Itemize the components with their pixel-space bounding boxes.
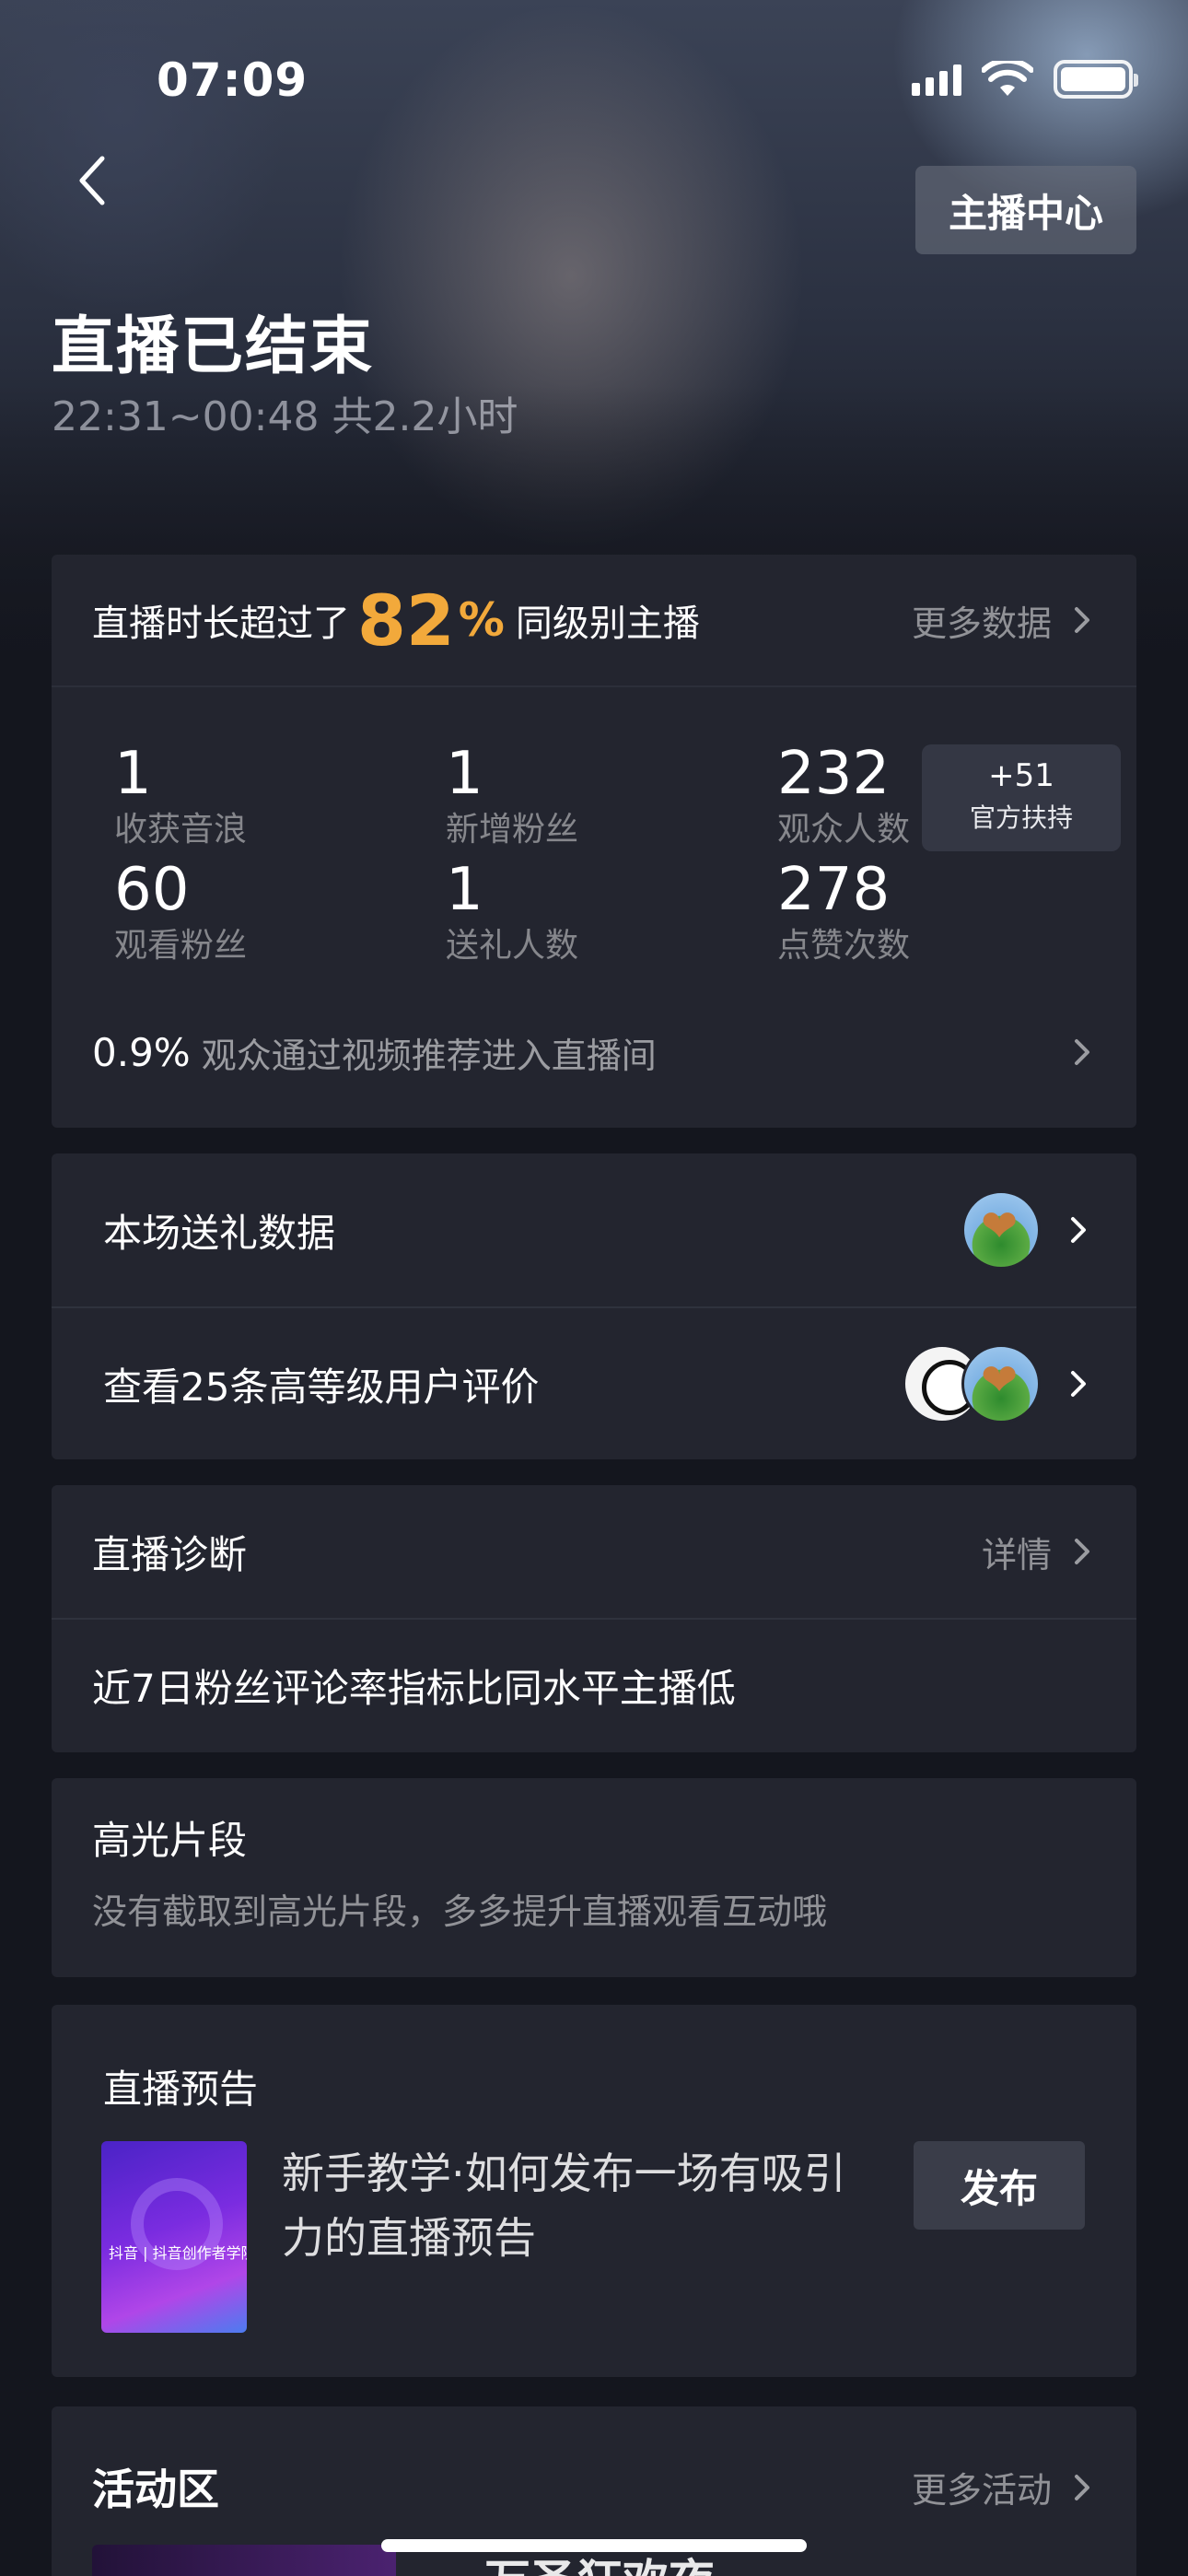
back-arrow-icon xyxy=(79,156,105,205)
live-diagnosis-card: 直播诊断 详情 近7日粉丝评论率指标比同水平主播低 xyxy=(52,1485,1136,1752)
official-boost-badge[interactable]: +51 官方扶持 xyxy=(922,744,1121,851)
user-reviews-label: 查看25条高等级用户评价 xyxy=(103,1364,540,1410)
metric-label: 送礼人数 xyxy=(446,927,579,965)
cellular-signal-icon xyxy=(912,63,961,96)
chevron-right-icon xyxy=(1075,2474,1089,2500)
gift-data-right xyxy=(961,1190,1092,1270)
metric-fan-viewers: 60 观看粉丝 xyxy=(114,857,390,969)
gift-data-label: 本场送礼数据 xyxy=(103,1210,336,1256)
more-data-label: 更多数据 xyxy=(911,603,1052,644)
metric-value: 1 xyxy=(114,740,152,808)
tutorial-description[interactable]: 新手教学·如何发布一场有吸引力的直播预告 xyxy=(282,2141,871,2270)
tutorial-thumbnail[interactable]: 抖音 | 抖音创作者学院 xyxy=(101,2141,247,2333)
more-activities-link[interactable]: 更多活动 xyxy=(912,2462,1096,2512)
publish-button[interactable]: 发布 xyxy=(914,2141,1085,2230)
page-title: 直播已结束 xyxy=(52,310,375,383)
wifi-icon xyxy=(982,61,1033,96)
anchor-center-button[interactable]: 主播中心 xyxy=(915,166,1136,254)
highlights-message: 没有截取到高光片段，多多提升直播观看互动哦 xyxy=(92,1891,828,1932)
reviewer-avatar xyxy=(961,1344,1041,1423)
back-button[interactable] xyxy=(64,147,120,214)
metric-value: 60 xyxy=(114,856,190,924)
duration-rank-prefix: 直播时长超过了 xyxy=(92,603,350,645)
metric-new-fans: 1 新增粉丝 xyxy=(446,741,722,853)
boost-label: 官方扶持 xyxy=(969,802,1073,833)
gift-data-row[interactable]: 本场送礼数据 xyxy=(52,1153,1136,1306)
chevron-right-icon xyxy=(1075,1039,1089,1065)
metric-sound-waves: 1 收获音浪 xyxy=(114,741,390,853)
activity-title: 活动区 xyxy=(92,2465,219,2514)
diagnosis-detail-link[interactable]: 详情 xyxy=(982,1527,1096,1577)
diagnosis-detail-label: 详情 xyxy=(981,1534,1052,1575)
home-indicator[interactable] xyxy=(381,2539,807,2552)
diagnosis-message: 近7日粉丝评论率指标比同水平主播低 xyxy=(92,1665,736,1711)
metric-gifters: 1 送礼人数 xyxy=(446,857,722,969)
chevron-right-icon xyxy=(1075,1539,1089,1564)
video-recommend-text: 观众通过视频推荐进入直播间 xyxy=(201,1035,657,1076)
more-data-link[interactable]: 更多数据 xyxy=(912,595,1096,646)
diagnosis-title: 直播诊断 xyxy=(92,1531,248,1577)
battery-icon xyxy=(1054,60,1138,99)
chevron-right-icon xyxy=(1071,1217,1086,1243)
user-reviews-row[interactable]: 查看25条高等级用户评价 xyxy=(52,1306,1136,1459)
metric-label: 新增粉丝 xyxy=(446,811,579,849)
metric-value: 278 xyxy=(777,856,891,924)
gifts-reviews-card: 本场送礼数据 查看25条高等级用户评价 xyxy=(52,1153,1136,1459)
highlights-title: 高光片段 xyxy=(92,1818,248,1863)
thumbnail-caption: 抖音 | 抖音创作者学院 xyxy=(109,2244,247,2262)
boost-value: +51 xyxy=(988,757,1054,794)
activity-thumbnail[interactable] xyxy=(92,2545,396,2576)
status-icons xyxy=(912,59,1138,100)
highlights-card: 高光片段 没有截取到高光片段，多多提升直播观看互动哦 xyxy=(52,1778,1136,1977)
preview-title: 直播预告 xyxy=(103,2067,259,2112)
live-preview-card: 直播预告 抖音 | 抖音创作者学院 新手教学·如何发布一场有吸引力的直播预告 发… xyxy=(52,2005,1136,2377)
metric-label: 收获音浪 xyxy=(114,811,248,849)
chevron-right-icon xyxy=(1071,1371,1086,1397)
more-activities-label: 更多活动 xyxy=(911,2470,1052,2511)
chevron-right-icon xyxy=(1075,607,1089,633)
status-time: 07:09 xyxy=(157,53,309,107)
duration-rank-percent: 82 xyxy=(357,579,455,662)
duration-rank-percent-sign: % xyxy=(458,593,505,647)
metric-value: 1 xyxy=(446,856,483,924)
video-recommend-percent: 0.9% xyxy=(92,1029,191,1075)
metric-likes: 278 点赞次数 xyxy=(777,857,1054,969)
live-ended-page: 07:09 主播中心 直播已结束 22:31~00:48 共2.2小时 直播时长… xyxy=(0,0,1188,2576)
metric-label: 点赞次数 xyxy=(777,927,911,965)
duration-rank-suffix: 同级别主播 xyxy=(515,603,700,645)
metric-label: 观看粉丝 xyxy=(114,927,248,965)
user-reviews-right xyxy=(903,1344,1092,1423)
diagnosis-header[interactable]: 直播诊断 详情 xyxy=(52,1485,1136,1620)
live-time-range: 22:31~00:48 共2.2小时 xyxy=(52,393,518,440)
live-stats-card: 直播时长超过了 82 % 同级别主播 更多数据 1 收获音浪 1 新增粉丝 23… xyxy=(52,555,1136,1128)
video-recommend-row[interactable]: 0.9% 观众通过视频推荐进入直播间 xyxy=(92,1015,1096,1089)
metric-value: 1 xyxy=(446,740,483,808)
reviewer-avatars xyxy=(903,1344,1041,1423)
duration-rank-row[interactable]: 直播时长超过了 82 % 同级别主播 更多数据 xyxy=(52,555,1136,687)
gifter-avatar xyxy=(961,1190,1041,1270)
